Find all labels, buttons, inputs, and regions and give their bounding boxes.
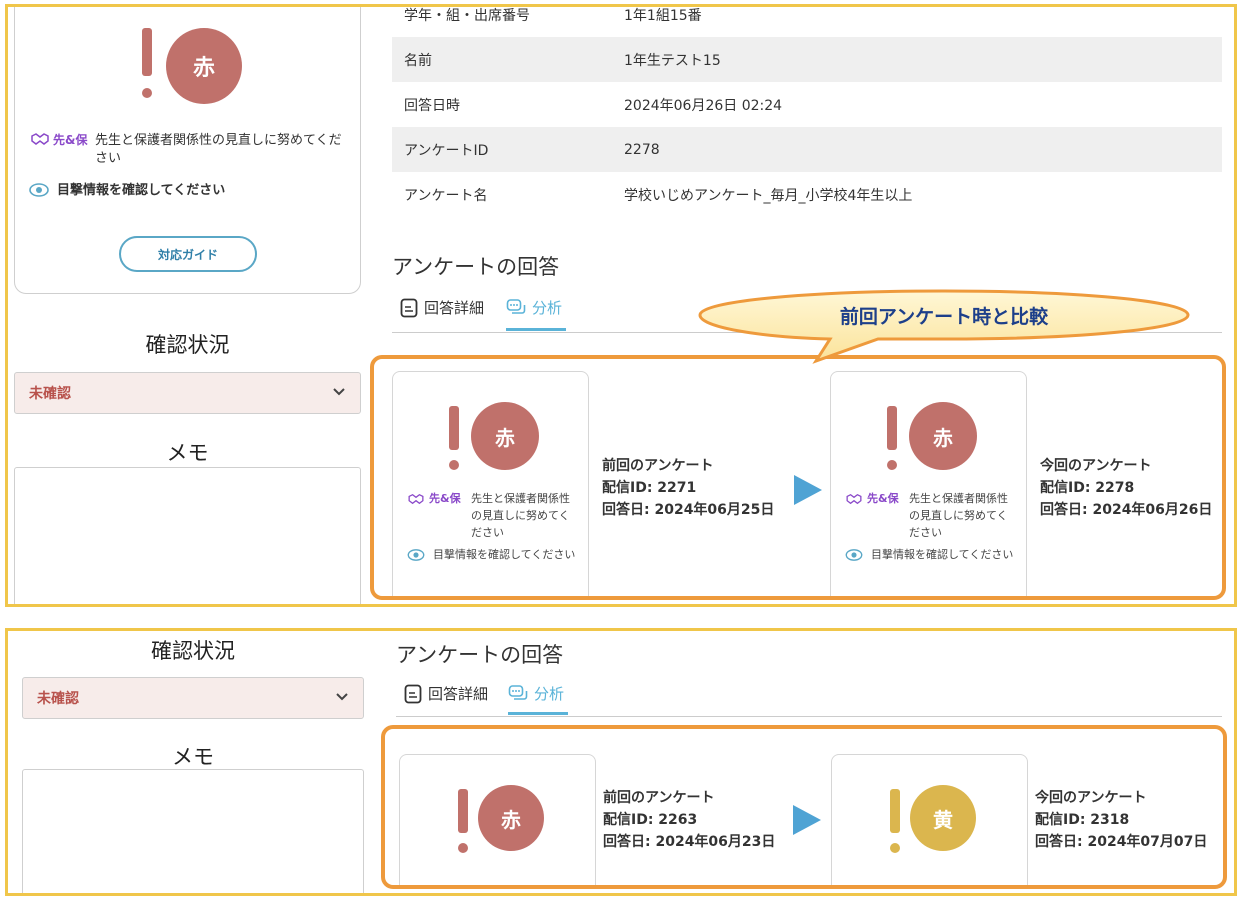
chat-bubbles-icon: [506, 298, 526, 314]
callout-text: 前回アンケート時と比較: [839, 305, 1049, 328]
eye-icon: [29, 183, 49, 197]
arrow-right-icon: [794, 475, 822, 505]
handshake-icon: [408, 493, 424, 505]
exclamation-icon: [142, 28, 152, 100]
risk-level-badge: 赤: [909, 402, 977, 470]
comparison-box: 赤 先&保 先生と保護者関係性の見直しに努めてください 目撃情報を確認してくださ…: [370, 355, 1226, 600]
exclamation-icon: [458, 789, 468, 853]
comparison-box: 赤 前回のアンケート 配信ID: 2263 回答日: 2024年06月23日 黄…: [381, 725, 1227, 889]
status-label: 確認状況: [145, 333, 230, 357]
risk-result-card: 赤 先&保 先生と保護者関係性の見直しに努めてください 目撃情報を確認してくださ…: [14, 7, 361, 294]
previous-survey-info: 前回のアンケート 配信ID: 2263 回答日: 2024年06月23日: [603, 790, 776, 850]
risk-level-badge: 赤: [478, 785, 544, 851]
chevron-down-icon: [336, 693, 348, 701]
table-row: アンケートID 2278: [392, 127, 1222, 172]
document-icon: [404, 684, 422, 703]
memo-label: メモ: [166, 441, 209, 465]
status-select-value: 未確認: [37, 691, 79, 707]
advice-text: 目撃情報を確認してください: [57, 183, 226, 198]
advice-tag: 先&保: [429, 492, 461, 505]
memo-textarea[interactable]: [22, 769, 364, 893]
student-info-table: 学年・組・出席番号 1年1組15番 名前 1年生テスト15 回答日時 2024年…: [392, 7, 1222, 217]
document-icon: [400, 298, 418, 317]
advice-tag: 先&保: [53, 133, 88, 147]
status-select-value: 未確認: [29, 386, 71, 402]
tab-analysis[interactable]: 分析: [506, 297, 562, 318]
top-screenshot-panel: 赤 先&保 先生と保護者関係性の見直しに努めてください 目撃情報を確認してくださ…: [5, 4, 1237, 607]
bottom-screenshot-panel: 確認状況 未確認 メモ アンケートの回答 回答詳細 分析 赤 前回のアンケート …: [5, 628, 1237, 896]
handshake-icon: [31, 133, 49, 145]
table-row: 学年・組・出席番号 1年1組15番: [404, 7, 702, 24]
risk-level-badge: 赤: [166, 28, 242, 104]
exclamation-icon: [887, 406, 897, 470]
section-title: アンケートの回答: [392, 255, 560, 279]
status-select[interactable]: 未確認: [14, 372, 361, 414]
table-row: 名前 1年生テスト15: [392, 37, 1222, 82]
table-row: 回答日時 2024年06月26日 02:24: [404, 97, 783, 114]
tab-analysis[interactable]: 分析: [508, 683, 564, 704]
previous-result-card: 赤 先&保 先生と保護者関係性の見直しに努めてください 目撃情報を確認してくださ…: [392, 371, 589, 596]
memo-textarea[interactable]: [14, 467, 361, 604]
eye-icon: [407, 549, 425, 561]
advice-text: 目撃情報を確認してください: [871, 548, 1014, 561]
previous-result-card: 赤: [399, 754, 596, 885]
advice-text: 先生と保護者関係性の見直しに努めてください: [471, 492, 570, 539]
status-select[interactable]: 未確認: [22, 677, 364, 719]
current-result-card: 赤 先&保 先生と保護者関係性の見直しに努めてください 目撃情報を確認してくださ…: [830, 371, 1027, 596]
arrow-right-icon: [793, 805, 821, 835]
advice-text: 先生と保護者関係性の見直しに努めてください: [95, 133, 342, 166]
risk-level-badge: 赤: [471, 402, 539, 470]
exclamation-icon: [890, 789, 900, 853]
tab-answer-detail[interactable]: 回答詳細: [400, 297, 484, 318]
chevron-down-icon: [333, 388, 345, 396]
tab-answer-detail[interactable]: 回答詳細: [404, 683, 488, 704]
memo-label: メモ: [172, 745, 214, 769]
eye-icon: [845, 549, 863, 561]
comparison-callout: 前回アンケート時と比較: [698, 289, 1190, 364]
exclamation-icon: [449, 406, 459, 470]
handshake-icon: [846, 493, 862, 505]
current-result-card: 黄: [831, 754, 1028, 885]
advice-tag: 先&保: [867, 492, 899, 505]
section-title: アンケートの回答: [396, 643, 564, 667]
active-tab-indicator: [508, 712, 568, 715]
chat-bubbles-icon: [508, 684, 528, 700]
advice-text: 先生と保護者関係性の見直しに努めてください: [909, 492, 1008, 539]
previous-survey-info: 前回のアンケート 配信ID: 2271 回答日: 2024年06月25日: [602, 458, 775, 518]
risk-level-badge: 黄: [910, 785, 976, 851]
current-survey-info: 今回のアンケート 配信ID: 2318 回答日: 2024年07月07日: [1035, 790, 1208, 850]
table-row: アンケート名 学校いじめアンケート_毎月_小学校4年生以上: [404, 187, 913, 204]
status-label: 確認状況: [151, 639, 235, 663]
advice-text: 目撃情報を確認してください: [433, 548, 576, 561]
response-guide-button[interactable]: 対応ガイド: [119, 236, 257, 272]
tab-divider: [396, 716, 1222, 717]
current-survey-info: 今回のアンケート 配信ID: 2278 回答日: 2024年06月26日: [1040, 458, 1213, 518]
active-tab-indicator: [506, 328, 566, 331]
